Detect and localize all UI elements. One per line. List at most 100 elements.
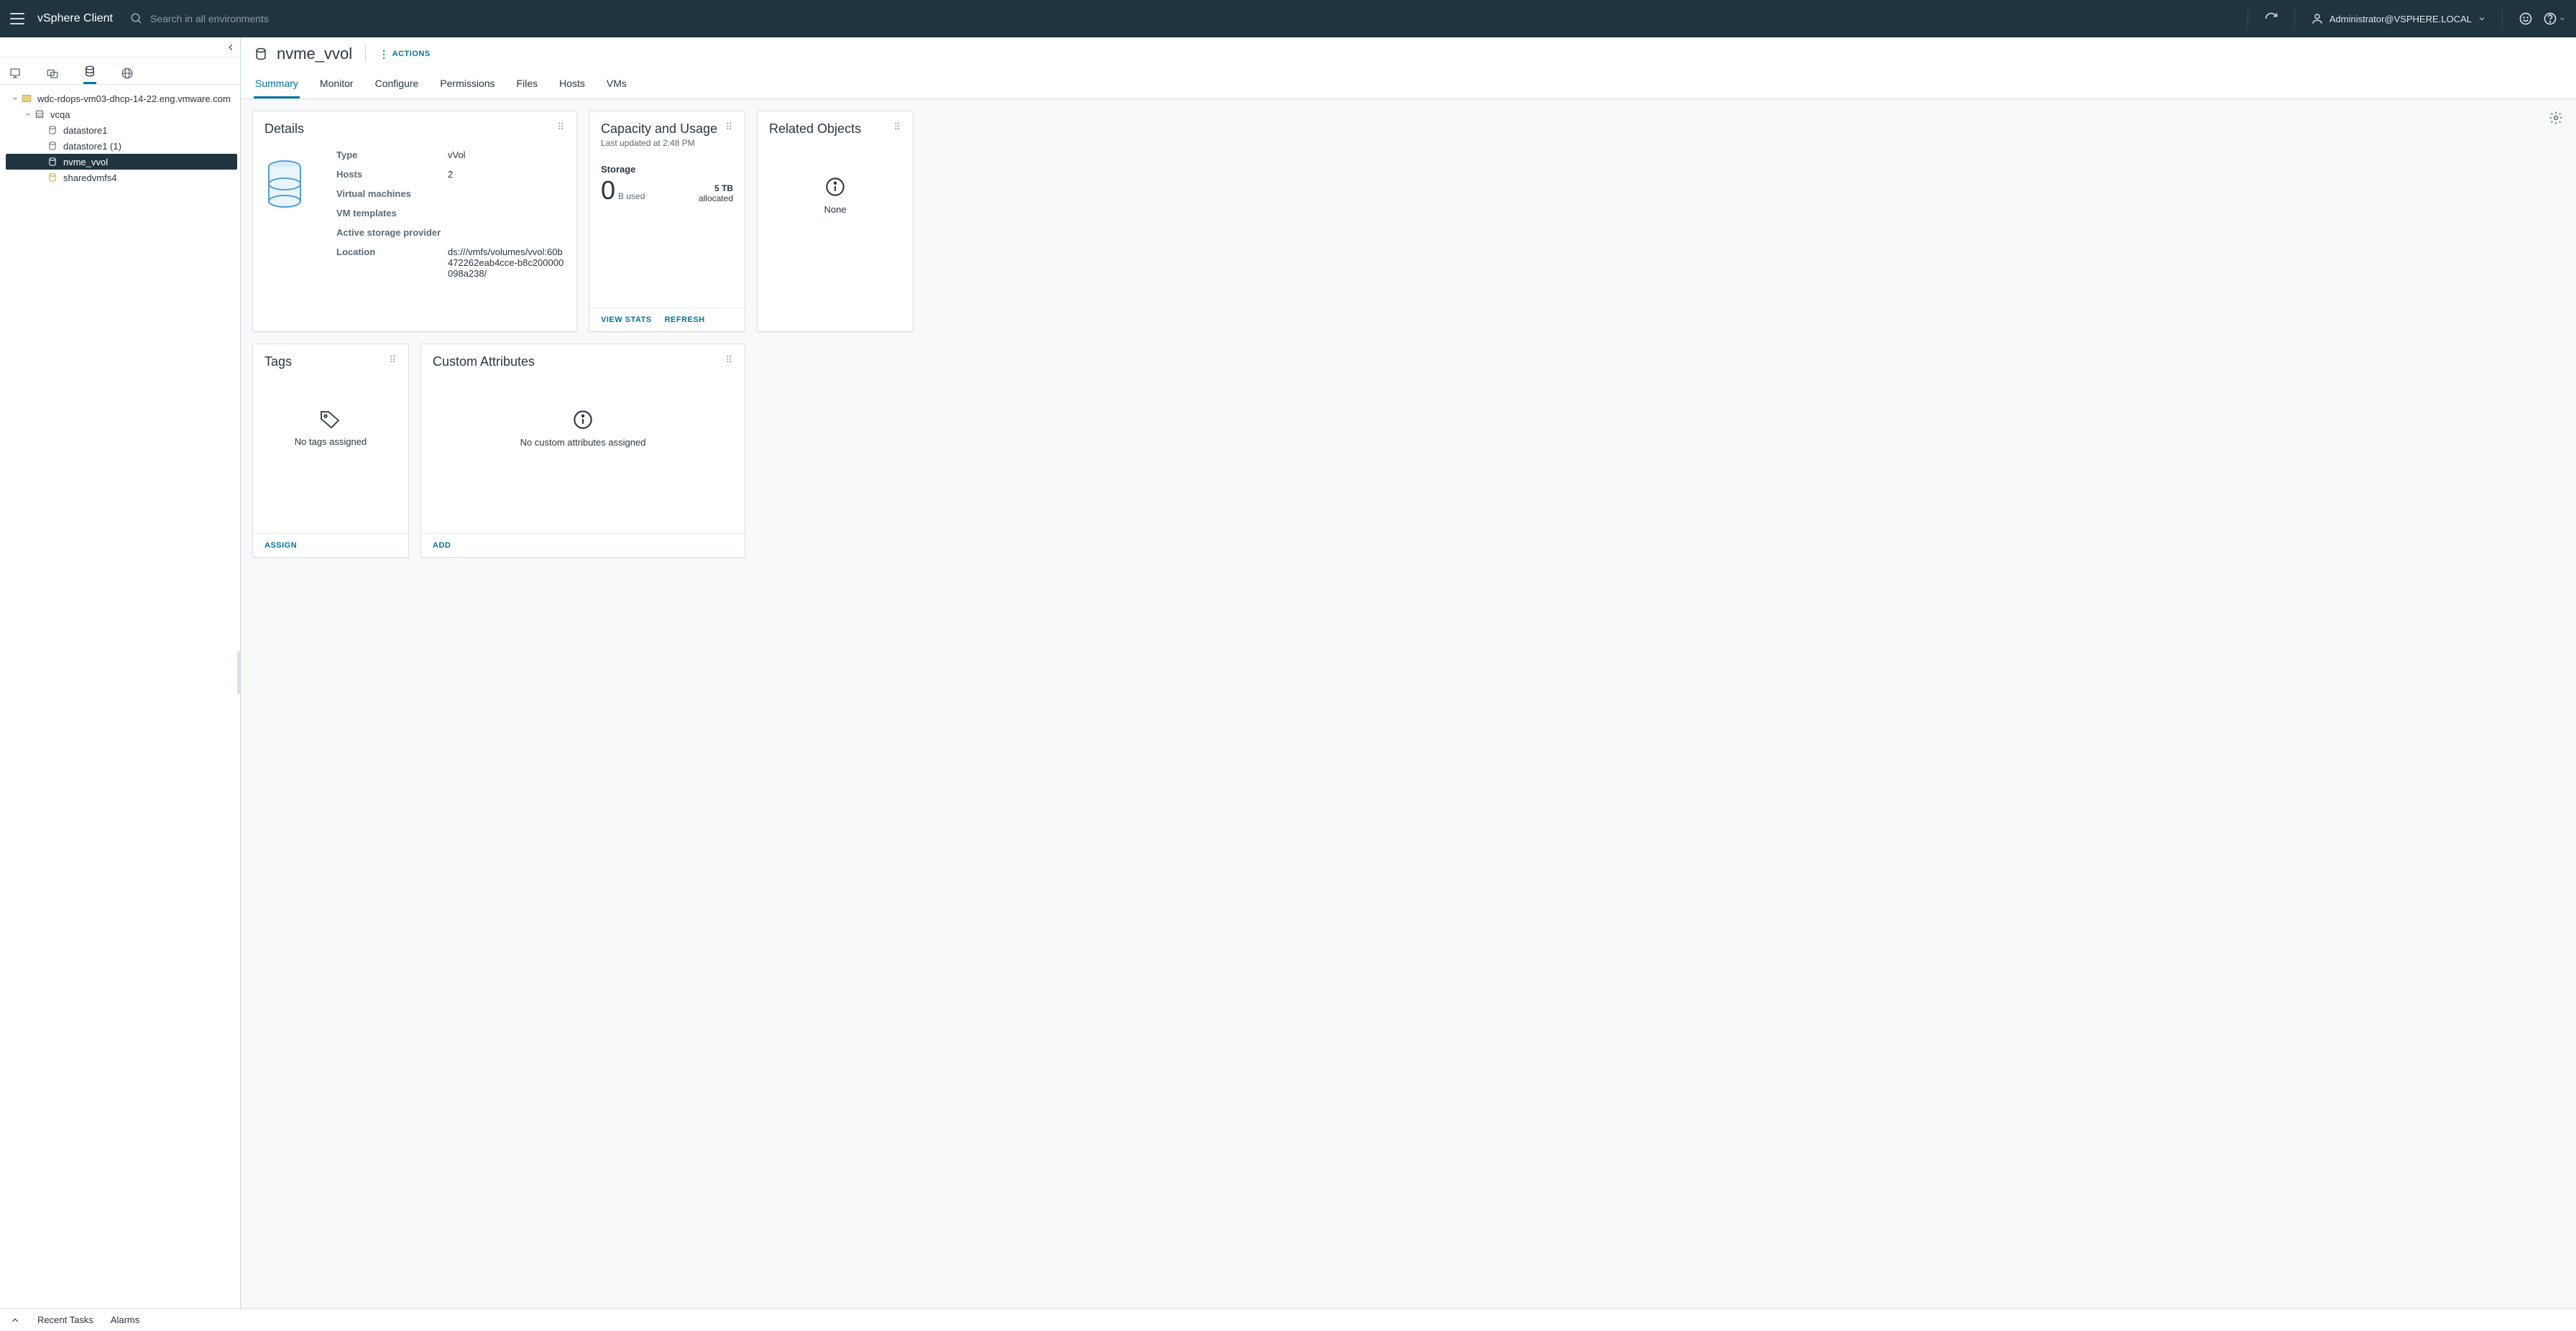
global-search[interactable] — [130, 12, 2242, 25]
detail-row: Active storage provider — [336, 223, 565, 242]
assign-link[interactable]: ASSIGN — [264, 541, 297, 550]
tab-hosts[interactable]: Hosts — [558, 73, 586, 98]
menu-icon[interactable] — [10, 13, 24, 24]
topbar-right: Administrator@VSPHERE.LOCAL — [2242, 9, 2566, 29]
storage-label: Storage — [601, 164, 733, 175]
datastore-icon — [46, 141, 59, 151]
refresh-icon — [2264, 11, 2278, 26]
tree-label: sharedvmfs4 — [63, 172, 116, 183]
tree-label: vcqa — [50, 109, 70, 120]
tree-datastore-selected[interactable]: nvme_vvol — [6, 154, 237, 170]
tag-icon — [320, 410, 341, 429]
network-icon — [121, 67, 134, 80]
tree-label: datastore1 — [63, 125, 107, 136]
datastore-icon — [254, 47, 268, 61]
inventory-view-tabs — [0, 57, 240, 85]
drag-handle-icon[interactable]: ⠿ — [893, 121, 901, 133]
chevron-down-icon — [12, 95, 19, 102]
drag-handle-icon[interactable]: ⠿ — [725, 121, 733, 133]
user-menu[interactable]: Administrator@VSPHERE.LOCAL — [2308, 9, 2489, 28]
card-tags: Tags ⠿ No tags assigned ASSIGN — [252, 344, 409, 558]
tab-files[interactable]: Files — [515, 73, 540, 98]
tree-datastore[interactable]: datastore1 — [6, 122, 237, 138]
info-icon — [825, 177, 845, 197]
chevron-left-icon — [226, 42, 236, 52]
capacity-updated: Last updated at 2:48 PM — [601, 138, 717, 148]
card-custom-attributes: Custom Attributes ⠿ No custom attributes… — [420, 344, 745, 558]
vms-icon — [46, 67, 59, 80]
gear-icon — [2549, 111, 2563, 125]
datastore-icon — [46, 157, 59, 167]
storage-view-tab[interactable] — [83, 65, 96, 84]
detail-row: TypevVol — [336, 145, 565, 165]
detail-row: VM templates — [336, 203, 565, 223]
detail-row: Hosts2 — [336, 165, 565, 184]
smile-icon — [2518, 11, 2533, 26]
topbar: vSphere Client Administrator@VSPHERE.LOC… — [0, 0, 2576, 37]
tree-datacenter[interactable]: vcqa — [6, 106, 237, 122]
card-title: Custom Attributes — [433, 354, 535, 369]
add-link[interactable]: ADD — [433, 541, 451, 550]
used-unit: B used — [618, 191, 645, 201]
inventory-tree: wdc-rdops-vm03-dhcp-14-22.eng.vmware.com… — [0, 85, 240, 1308]
tab-permissions[interactable]: Permissions — [438, 73, 496, 98]
drag-handle-icon[interactable]: ⠿ — [389, 354, 397, 366]
refresh-button[interactable] — [2261, 9, 2281, 29]
sidebar: wdc-rdops-vm03-dhcp-14-22.eng.vmware.com… — [0, 37, 241, 1308]
main-content: nvme_vvol ⋮ ACTIONS Summary Monitor Conf… — [241, 37, 2576, 1308]
object-tabs: Summary Monitor Configure Permissions Fi… — [254, 73, 2563, 98]
resize-handle[interactable] — [237, 651, 240, 694]
card-title: Details — [264, 121, 304, 137]
hosts-view-tab[interactable] — [9, 67, 22, 84]
empty-message: No custom attributes assigned — [520, 437, 646, 448]
datastore-icon — [83, 65, 96, 78]
app-title: vSphere Client — [37, 12, 113, 25]
tree-datastore[interactable]: sharedvmfs4 — [6, 170, 237, 185]
tab-configure[interactable]: Configure — [374, 73, 420, 98]
drag-handle-icon[interactable]: ⠿ — [725, 354, 733, 366]
tree-label: wdc-rdops-vm03-dhcp-14-22.eng.vmware.com — [37, 93, 231, 104]
empty-message: None — [824, 204, 846, 215]
datastore-large-icon — [264, 145, 315, 320]
object-header: nvme_vvol ⋮ ACTIONS Summary Monitor Conf… — [241, 37, 2576, 99]
chevron-down-icon — [24, 111, 32, 118]
card-details: Details ⠿ TypevVol Hosts2 Virtual machin… — [252, 111, 577, 332]
sidebar-collapse-button[interactable] — [226, 42, 236, 52]
networks-view-tab[interactable] — [121, 67, 134, 84]
datacenter-icon — [33, 109, 46, 119]
actions-menu[interactable]: ⋮ ACTIONS — [379, 49, 431, 59]
tab-summary[interactable]: Summary — [254, 73, 300, 98]
vms-view-tab[interactable] — [46, 67, 59, 84]
customize-view-button[interactable] — [2549, 111, 2563, 125]
bottom-panel: Recent Tasks Alarms — [0, 1308, 2576, 1331]
drag-handle-icon[interactable]: ⠿ — [557, 121, 565, 133]
detail-row: Virtual machines — [336, 184, 565, 203]
allocated-value: 5 TB — [699, 183, 733, 193]
card-related-objects: Related Objects ⠿ None — [757, 111, 914, 332]
tree-label: nvme_vvol — [63, 157, 108, 167]
expand-panel-button[interactable] — [10, 1315, 20, 1325]
tab-monitor[interactable]: Monitor — [318, 73, 355, 98]
feedback-button[interactable] — [2516, 9, 2536, 29]
card-capacity: Capacity and Usage Last updated at 2:48 … — [589, 111, 745, 332]
hosts-icon — [9, 67, 22, 80]
chevron-up-icon — [10, 1315, 20, 1325]
tree-vcenter[interactable]: wdc-rdops-vm03-dhcp-14-22.eng.vmware.com — [6, 91, 237, 106]
chevron-down-icon — [2478, 14, 2486, 23]
help-icon — [2543, 11, 2557, 26]
card-title: Capacity and Usage — [601, 121, 717, 137]
user-icon — [2311, 12, 2324, 25]
help-button[interactable] — [2543, 9, 2566, 29]
search-input[interactable] — [150, 13, 366, 24]
tree-datastore[interactable]: datastore1 (1) — [6, 138, 237, 154]
view-stats-link[interactable]: VIEW STATS — [601, 316, 652, 324]
refresh-link[interactable]: REFRESH — [665, 316, 705, 324]
recent-tasks-tab[interactable]: Recent Tasks — [37, 1314, 93, 1325]
datastore-cluster-icon — [46, 172, 59, 183]
alarms-tab[interactable]: Alarms — [111, 1314, 139, 1325]
chevron-down-icon — [2559, 15, 2566, 22]
tab-vms[interactable]: VMs — [605, 73, 628, 98]
user-label: Administrator@VSPHERE.LOCAL — [2329, 14, 2472, 24]
object-title: nvme_vvol — [277, 45, 352, 63]
search-icon — [130, 12, 143, 25]
